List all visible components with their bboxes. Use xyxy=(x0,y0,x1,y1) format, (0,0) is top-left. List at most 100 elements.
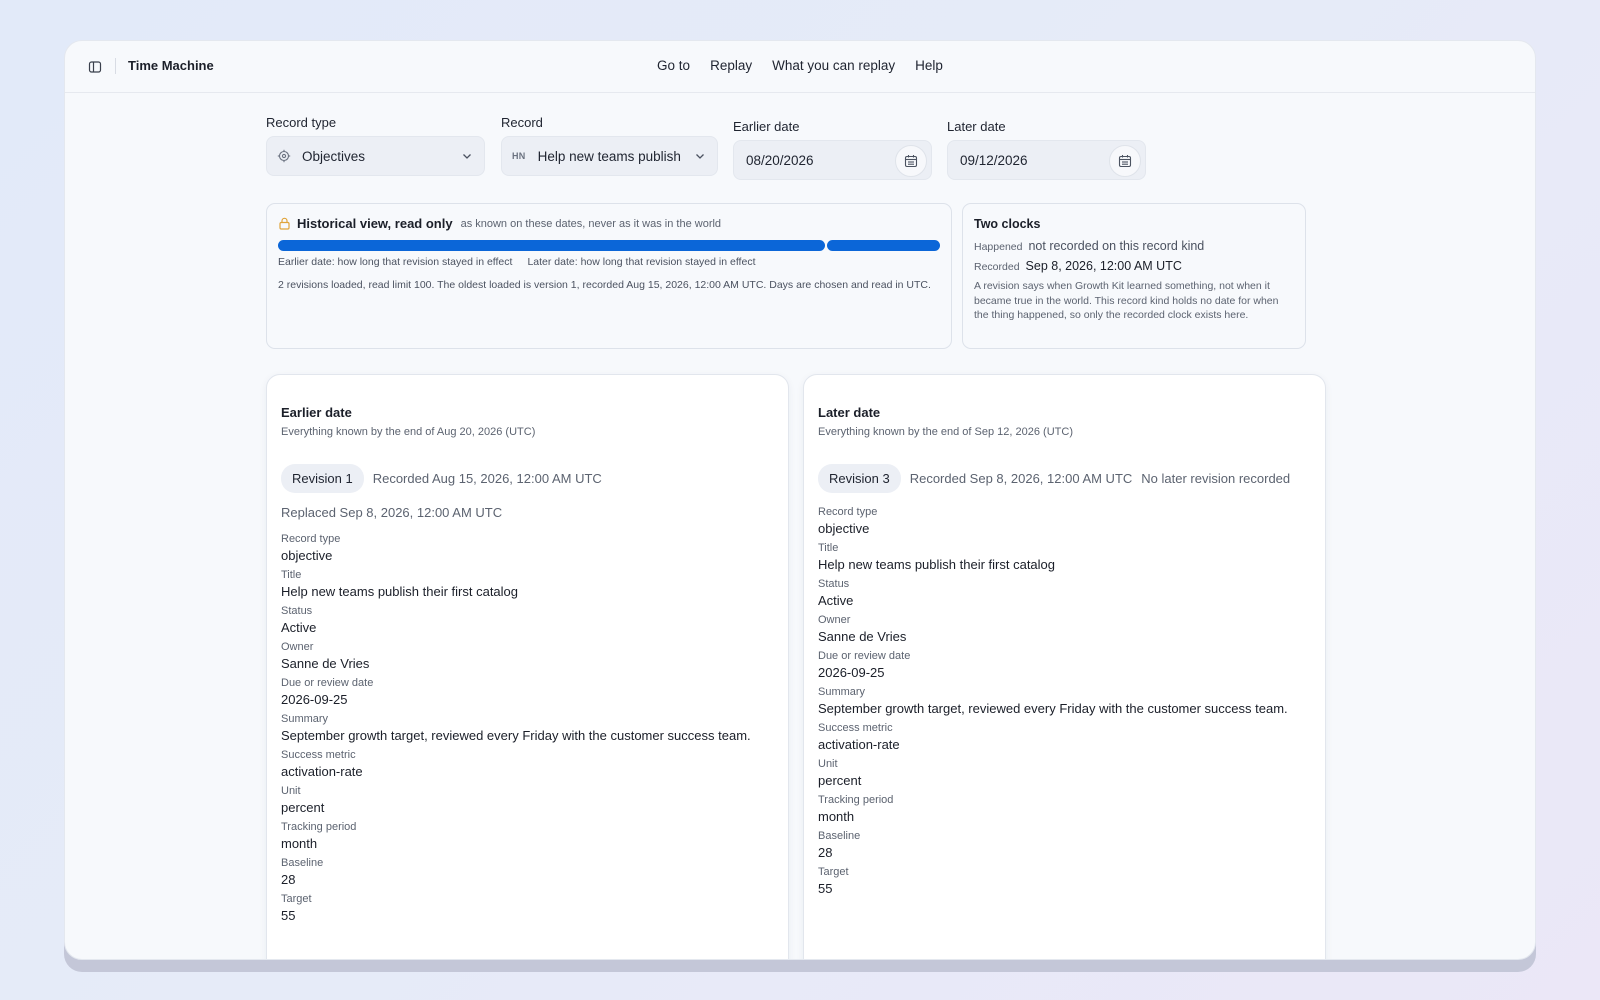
field-label: Record type xyxy=(818,506,878,518)
field-row: Title Help new teams publish their first … xyxy=(281,569,774,599)
chevron-down-icon xyxy=(460,149,474,166)
later-revision-badge: Revision 3 xyxy=(818,464,901,493)
field-value: September growth target, reviewed every … xyxy=(818,701,1288,716)
field-row: Success metric activation-rate xyxy=(281,749,774,779)
field-value: percent xyxy=(818,773,862,788)
field-value: 55 xyxy=(818,881,833,896)
later-recorded: Recorded Sep 8, 2026, 12:00 AM UTC xyxy=(909,471,1133,486)
record-label: Record xyxy=(501,115,543,130)
field-row: Target 55 xyxy=(818,866,1311,896)
top-nav: Go to Replay What you can replay Help xyxy=(65,58,1535,73)
two-clocks-note: A revision says when Growth Kit learned … xyxy=(974,280,1279,321)
earlier-revision-row: Revision 1 Recorded Aug 15, 2026, 12:00 … xyxy=(281,464,774,493)
field-value: Help new teams publish their first catal… xyxy=(818,557,1056,572)
later-date-value: 09/12/2026 xyxy=(960,152,1028,168)
earlier-revision-segment xyxy=(278,240,826,251)
field-row: Due or review date 2026-09-25 xyxy=(281,677,774,707)
field-label: Owner xyxy=(281,641,314,653)
nav-go-to[interactable]: Go to xyxy=(657,58,690,73)
later-date-input[interactable]: 09/12/2026 xyxy=(947,140,1146,180)
field-row: Unit percent xyxy=(818,758,1311,788)
field-value: 2026-09-25 xyxy=(281,692,348,707)
later-card-subtitle: Everything known by the end of Sep 12, 2… xyxy=(818,426,1073,438)
field-value: activation-rate xyxy=(281,764,363,779)
nav-replay[interactable]: Replay xyxy=(710,58,752,73)
record-control: Record HN Help new teams publish xyxy=(501,115,718,176)
target-icon xyxy=(277,149,291,163)
earlier-field-list: Record type objective Title Help new teams … xyxy=(281,533,774,923)
field-label: Target xyxy=(281,893,312,905)
top-bar: Time Machine Go to Replay What you can r… xyxy=(65,41,1535,93)
record-value: Help new teams publish xyxy=(537,148,681,164)
field-value: month xyxy=(281,836,318,851)
field-value: September growth target, reviewed every … xyxy=(281,728,751,743)
record-type-value: Objectives xyxy=(302,148,366,164)
field-label: Target xyxy=(818,866,849,878)
field-row: Record type objective xyxy=(818,506,1311,536)
record-initials-badge: HN xyxy=(512,151,526,161)
field-row: Tracking period month xyxy=(281,821,774,851)
field-value: Active xyxy=(818,593,854,608)
field-label: Summary xyxy=(281,713,329,725)
record-type-select[interactable]: Objectives xyxy=(266,136,485,176)
field-label: Baseline xyxy=(281,857,324,869)
field-value: Sanne de Vries xyxy=(281,656,370,671)
earlier-card-title: Earlier date xyxy=(281,405,352,420)
field-label: Title xyxy=(818,542,839,554)
recorded-label: Recorded xyxy=(974,261,1020,273)
field-value: objective xyxy=(818,521,870,536)
field-value: Active xyxy=(281,620,317,635)
revision-timeline-bar xyxy=(278,240,940,251)
earlier-replaced: Replaced Sep 8, 2026, 12:00 AM UTC xyxy=(281,505,503,520)
later-card-title: Later date xyxy=(818,405,881,420)
field-label: Success metric xyxy=(818,722,893,734)
lock-icon xyxy=(278,217,291,230)
earlier-calendar-button[interactable] xyxy=(895,145,927,177)
field-value: Help new teams publish their first catal… xyxy=(281,584,519,599)
chevron-down-icon xyxy=(693,149,707,166)
happened-label: Happened xyxy=(974,241,1023,253)
legend-earlier: Earlier date: how long that revision sta… xyxy=(278,256,513,268)
field-value: objective xyxy=(281,548,333,563)
historical-view-panel: Historical view, read only as known on t… xyxy=(266,203,952,349)
later-revision-row: Revision 3 Recorded Sep 8, 2026, 12:00 A… xyxy=(818,464,1311,493)
later-calendar-button[interactable] xyxy=(1109,145,1141,177)
field-row: Summary September growth target, reviewed… xyxy=(281,713,774,743)
field-row: Summary September growth target, reviewed… xyxy=(818,686,1311,716)
field-label: Unit xyxy=(818,758,838,770)
field-label: Record type xyxy=(281,533,341,545)
field-row: Title Help new teams publish their first … xyxy=(818,542,1311,572)
happened-row: Happened not recorded on this record kin… xyxy=(974,239,1294,253)
earlier-revision-badge: Revision 1 xyxy=(281,464,364,493)
earlier-date-card: Earlier date Everything known by the end… xyxy=(266,374,789,959)
happened-value: not recorded on this record kind xyxy=(1028,239,1205,253)
calendar-icon xyxy=(904,155,918,168)
nav-help[interactable]: Help xyxy=(915,58,943,73)
earlier-card-subtitle: Everything known by the end of Aug 20, 2… xyxy=(281,426,536,438)
field-value: activation-rate xyxy=(818,737,900,752)
field-label: Baseline xyxy=(818,830,861,842)
field-label: Status xyxy=(818,578,850,590)
legend-later: Later date: how long that revision staye… xyxy=(527,256,756,268)
earlier-date-input[interactable]: 08/20/2026 xyxy=(733,140,932,180)
field-label: Title xyxy=(281,569,302,581)
field-row: Status Active xyxy=(818,578,1311,608)
field-label: Due or review date xyxy=(281,677,374,689)
field-value: percent xyxy=(281,800,325,815)
field-row: Record type objective xyxy=(281,533,774,563)
field-row: Unit percent xyxy=(281,785,774,815)
field-label: Owner xyxy=(818,614,851,626)
calendar-icon xyxy=(1118,155,1132,168)
field-row: Owner Sanne de Vries xyxy=(818,614,1311,644)
later-date-control: Later date 09/12/2026 xyxy=(947,119,1146,180)
nav-what-you-can-replay[interactable]: What you can replay xyxy=(772,58,895,73)
historical-title: Historical view, read only xyxy=(297,216,453,231)
historical-header: Historical view, read only as known on t… xyxy=(278,216,940,231)
field-row: Tracking period month xyxy=(818,794,1311,824)
later-revision-segment xyxy=(827,240,940,251)
record-select[interactable]: HN Help new teams publish xyxy=(501,136,718,176)
filter-controls: Record type Objectives Record HN Help ne… xyxy=(266,115,1326,215)
field-row: Baseline 28 xyxy=(281,857,774,887)
field-label: Due or review date xyxy=(818,650,911,662)
later-date-label: Later date xyxy=(947,119,1006,134)
